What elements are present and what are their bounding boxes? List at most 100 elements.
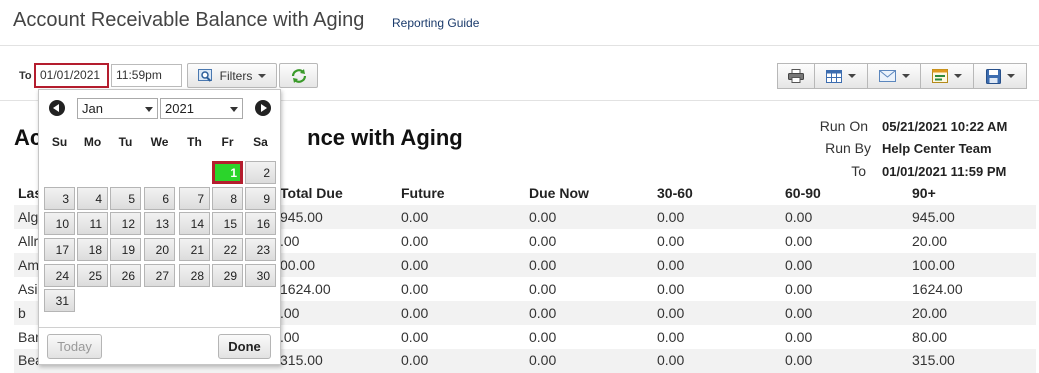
- month-select-value: Jan: [82, 101, 103, 116]
- cell-due-now: 0.00: [529, 329, 557, 345]
- day-cell[interactable]: 2: [245, 161, 276, 184]
- cell-future: 0.00: [401, 281, 429, 297]
- cell-90-plus: 1624.00: [912, 281, 963, 297]
- cell-60-90: 0.00: [785, 305, 813, 321]
- day-cell[interactable]: 13: [144, 212, 175, 235]
- columns-menu-button[interactable]: [814, 63, 868, 89]
- day-cell[interactable]: 10: [44, 212, 75, 235]
- email-menu-button[interactable]: [867, 63, 921, 89]
- run-by-value: Help Center Team: [882, 141, 992, 156]
- cell-90-plus: 80.00: [912, 329, 948, 345]
- day-cell[interactable]: 28: [179, 264, 210, 287]
- day-cell[interactable]: 18: [77, 238, 108, 261]
- cell-future: 0.00: [401, 209, 429, 225]
- cell-name: Asi: [18, 281, 38, 297]
- to-label: To: [19, 70, 32, 82]
- weekday-label: Su: [51, 135, 68, 149]
- cell-due-now: 0.00: [529, 257, 557, 273]
- day-cell[interactable]: 23: [245, 238, 276, 261]
- date-picker-popup: Jan 2021 Su Mo Tu We Th Fr Sa 1 2 3 4 5 6 7 8 9 10 11 12 1…: [38, 89, 281, 365]
- page-title: Account Receivable Balance with Aging: [13, 9, 365, 31]
- save-icon: [985, 68, 1001, 84]
- day-cell[interactable]: 4: [77, 187, 108, 210]
- cell-60-90: 0.00: [785, 233, 813, 249]
- export-menu-button[interactable]: [920, 63, 974, 89]
- chevron-down-icon: [258, 73, 267, 78]
- cell-name: Bar: [18, 329, 40, 345]
- day-cell[interactable]: 27: [144, 264, 175, 287]
- cell-90-plus: 945.00: [912, 209, 955, 225]
- refresh-button[interactable]: [279, 63, 318, 88]
- day-cell[interactable]: 16: [245, 212, 276, 235]
- col-header-total-due: Total Due: [280, 185, 343, 201]
- day-cell[interactable]: 20: [144, 238, 175, 261]
- to-time-input[interactable]: 11:59pm: [111, 64, 182, 87]
- done-button[interactable]: Done: [218, 334, 271, 359]
- next-month-button[interactable]: [255, 100, 271, 116]
- day-cell[interactable]: 15: [212, 212, 243, 235]
- day-cell[interactable]: 29: [212, 264, 243, 287]
- prev-month-button[interactable]: [49, 100, 65, 116]
- day-cell[interactable]: 7: [179, 187, 210, 210]
- cell-90-plus: 20.00: [912, 233, 948, 249]
- day-cell[interactable]: 17: [44, 238, 75, 261]
- filters-button[interactable]: Filters: [187, 63, 277, 88]
- export-icon: [932, 69, 948, 83]
- cell-30-60: 0.00: [657, 305, 685, 321]
- day-cell[interactable]: 26: [110, 264, 141, 287]
- day-cell[interactable]: 24: [44, 264, 75, 287]
- day-cell[interactable]: 6: [144, 187, 175, 210]
- cell-due-now: 0.00: [529, 305, 557, 321]
- day-cell[interactable]: 3: [44, 187, 75, 210]
- grid-icon: [826, 69, 842, 83]
- day-cell[interactable]: 21: [179, 238, 210, 261]
- cell-total: .00: [280, 305, 300, 321]
- cell-name: Am: [18, 257, 39, 273]
- print-button[interactable]: [777, 63, 815, 89]
- run-on-label: Run On: [819, 118, 868, 134]
- weekday-label: We: [150, 135, 169, 149]
- cell-60-90: 0.00: [785, 209, 813, 225]
- day-cell[interactable]: 9: [245, 187, 276, 210]
- cell-name: b: [18, 305, 26, 321]
- cell-30-60: 0.00: [657, 281, 685, 297]
- col-header-60-90: 60-90: [785, 185, 821, 201]
- day-cell[interactable]: 5: [110, 187, 141, 210]
- col-header-30-60: 30-60: [657, 185, 693, 201]
- day-cell[interactable]: 22: [212, 238, 243, 261]
- day-cell[interactable]: 14: [179, 212, 210, 235]
- cell-future: 0.00: [401, 329, 429, 345]
- chevron-down-icon: [230, 107, 238, 112]
- cell-due-now: 0.00: [529, 281, 557, 297]
- reporting-guide-link[interactable]: Reporting Guide: [392, 16, 479, 30]
- print-icon: [788, 69, 804, 83]
- col-header-90-plus: 90+: [912, 185, 936, 201]
- cell-30-60: 0.00: [657, 257, 685, 273]
- cell-total: 945.00: [280, 209, 323, 225]
- day-cell[interactable]: 11: [77, 212, 108, 235]
- day-cell[interactable]: 19: [110, 238, 141, 261]
- cell-due-now: 0.00: [529, 233, 557, 249]
- day-cell[interactable]: 31: [44, 289, 75, 312]
- day-cell[interactable]: 8: [212, 187, 243, 210]
- weekday-label: Th: [187, 135, 202, 149]
- day-cell[interactable]: 25: [77, 264, 108, 287]
- cell-60-90: 0.00: [785, 329, 813, 345]
- weekday-label: Fr: [221, 135, 234, 149]
- day-cell[interactable]: 12: [110, 212, 141, 235]
- today-button[interactable]: Today: [47, 334, 102, 359]
- calendar-divider: [39, 327, 280, 328]
- cell-future: 0.00: [401, 257, 429, 273]
- to-date-input[interactable]: 01/01/2021: [34, 63, 109, 88]
- save-menu-button[interactable]: [973, 63, 1027, 89]
- month-select[interactable]: Jan: [77, 98, 158, 119]
- cell-90-plus: 100.00: [912, 257, 955, 273]
- filter-magnifier-icon: [197, 68, 212, 82]
- weekday-label: Mo: [83, 135, 102, 149]
- run-on-value: 05/21/2021 10:22 AM: [882, 119, 1008, 134]
- day-cell-selected[interactable]: 1: [212, 161, 243, 184]
- day-cell[interactable]: 30: [245, 264, 276, 287]
- year-select[interactable]: 2021: [160, 98, 243, 119]
- to-meta-value: 01/01/2021 11:59 PM: [882, 164, 1007, 179]
- col-header-future: Future: [401, 185, 445, 201]
